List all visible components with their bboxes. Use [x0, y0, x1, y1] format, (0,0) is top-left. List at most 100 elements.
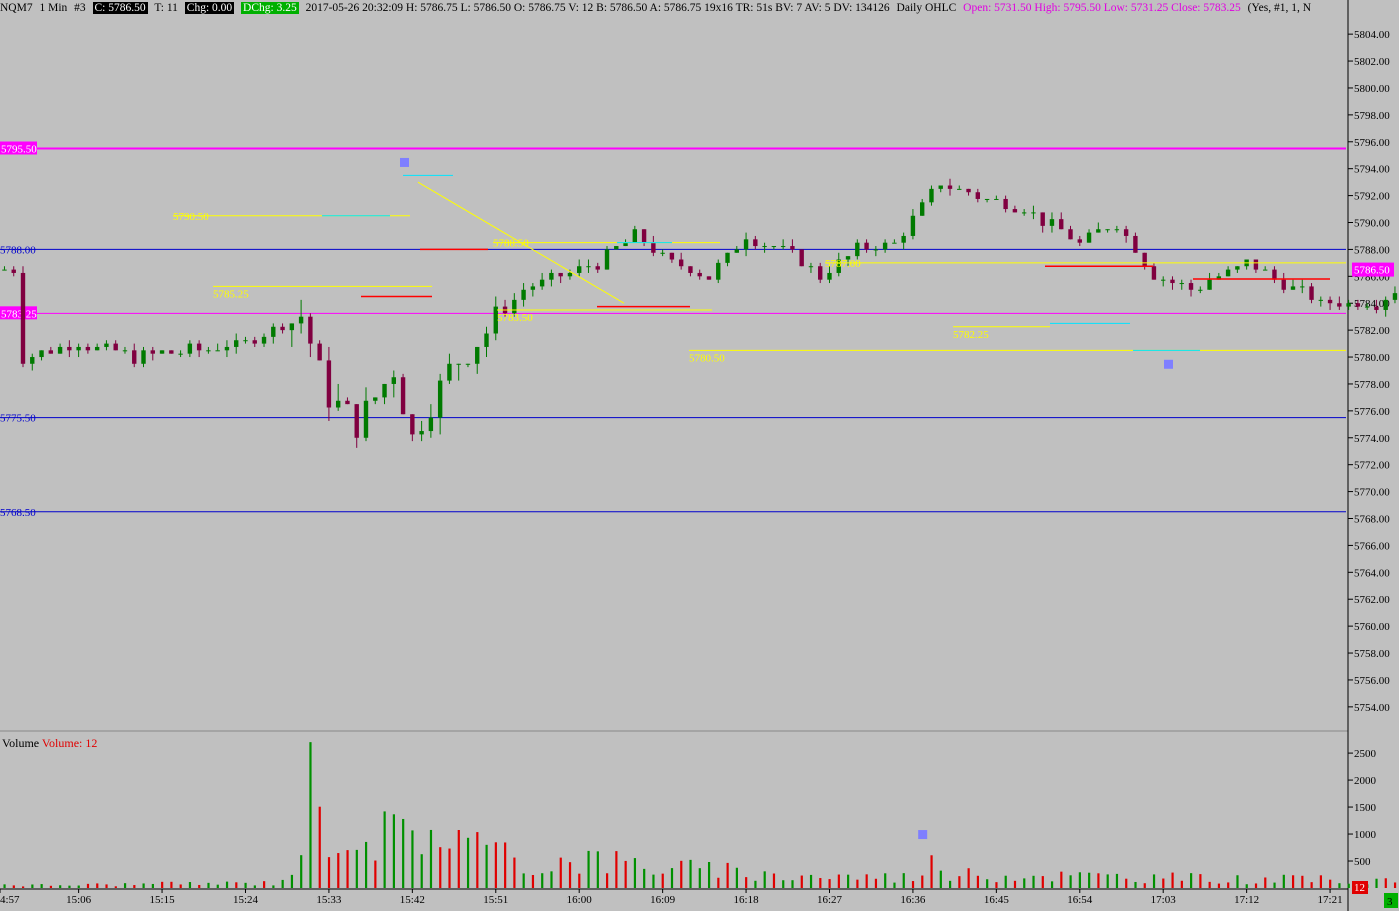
candle-body — [122, 350, 128, 352]
candle-body — [280, 326, 285, 331]
volume-bar — [59, 885, 62, 888]
candle-body — [1346, 303, 1351, 307]
price-chart-svg[interactable]: 5804.00 5802.00 5800.00 5798.00 5796.00 5794.… — [0, 0, 1399, 911]
volume-bar — [300, 855, 303, 888]
candle-body — [1105, 229, 1110, 231]
volume-bar — [643, 868, 646, 888]
volume-bar — [522, 873, 525, 888]
volume-bar — [318, 806, 321, 888]
volume-bar — [392, 814, 395, 888]
price-tick-label: 5782.00 — [1354, 325, 1390, 337]
candle-body — [1309, 286, 1314, 300]
candle-body — [141, 350, 146, 364]
candle-body — [1151, 266, 1157, 280]
candle-body — [706, 276, 712, 280]
candle-body — [1133, 235, 1138, 253]
volume-bar — [1069, 875, 1072, 888]
candle-body — [753, 239, 758, 247]
candle-body — [577, 266, 582, 273]
candle-body — [984, 198, 990, 200]
volume-signal-marker — [918, 830, 928, 840]
candle-body — [1337, 303, 1342, 307]
candle-body — [725, 252, 730, 263]
volume-bar — [253, 885, 256, 888]
volume-bar — [235, 882, 238, 888]
volume-bar — [40, 884, 43, 888]
volume-bar — [31, 884, 34, 888]
candle-body — [539, 279, 545, 287]
volume-tick-label: 500 — [1354, 856, 1371, 868]
last-price-label: 5786.50 — [1354, 265, 1390, 277]
time-tick-label: 15:51 — [483, 894, 508, 906]
annotation-label: 5780.50 — [689, 352, 725, 364]
candle-body — [678, 259, 684, 267]
volume-bar — [96, 883, 99, 888]
candle-body — [289, 323, 295, 331]
time-tick-label: 15:15 — [150, 894, 176, 906]
candle-body — [1355, 303, 1361, 307]
candle-body — [1096, 229, 1101, 233]
volume-bar — [402, 818, 405, 888]
volume-bar — [77, 885, 80, 888]
candle-body — [1021, 212, 1027, 214]
candle-body — [94, 346, 100, 351]
candle-body — [1003, 198, 1008, 210]
volume-bar — [1106, 874, 1109, 888]
volume-bar — [828, 879, 831, 888]
volume-bar — [327, 857, 331, 888]
volume-bar — [1088, 872, 1091, 888]
volume-bar — [559, 857, 562, 888]
volume-bar — [123, 883, 127, 888]
volume-bar — [874, 878, 878, 888]
candle-body — [957, 188, 962, 190]
time-tick-label: 16:09 — [650, 894, 676, 906]
volume-bar — [782, 880, 785, 888]
volume-bar — [1375, 878, 1378, 888]
volume-bar — [374, 860, 377, 888]
candle-body — [827, 272, 832, 280]
time-tick-label: 15:33 — [316, 894, 342, 906]
candle-body — [335, 400, 341, 408]
volume-bar — [133, 885, 136, 888]
volume-bar — [772, 873, 776, 888]
candle-body — [771, 246, 777, 248]
candle-body — [354, 404, 359, 438]
candle-body — [1318, 299, 1323, 301]
volume-bar — [800, 875, 803, 888]
volume-bar — [1245, 884, 1248, 888]
level-label: 5775.50 — [0, 413, 36, 425]
time-tick-label: 4:57 — [0, 894, 20, 906]
candle-body — [1290, 286, 1296, 290]
candle-body — [1364, 306, 1370, 308]
time-tick-label: 16:54 — [1067, 894, 1093, 906]
candle-body — [808, 266, 814, 268]
volume-bar — [717, 877, 720, 888]
volume-bar — [986, 879, 989, 888]
candle-body — [929, 188, 934, 203]
volume-bar — [1273, 882, 1276, 888]
candle-body — [1086, 232, 1092, 243]
volume-bar — [466, 837, 470, 888]
volume-title: Volume — [2, 736, 40, 750]
candle-body — [938, 185, 943, 189]
time-tick-label: 15:24 — [233, 894, 259, 906]
candle-body — [521, 289, 526, 300]
volume-bar — [225, 881, 229, 888]
volume-bar — [1393, 882, 1397, 888]
candle-body — [57, 346, 63, 354]
volume-bar — [1310, 882, 1313, 888]
candle-body — [632, 229, 638, 243]
annotation-label: 5783.50 — [497, 312, 533, 324]
volume-bar — [911, 881, 915, 888]
price-tick-label: 5756.00 — [1354, 675, 1390, 687]
volume-bar — [1319, 875, 1322, 888]
time-tick-label: 17:12 — [1234, 894, 1259, 906]
candle-body — [919, 202, 925, 216]
volume-bar — [884, 873, 887, 888]
volume-bar — [1162, 878, 1165, 888]
volume-bar — [967, 868, 970, 888]
volume-bar — [263, 881, 266, 888]
price-tick-label: 5770.00 — [1354, 487, 1390, 499]
volume-bar — [1190, 873, 1193, 888]
price-tick-label: 5804.00 — [1354, 29, 1390, 41]
